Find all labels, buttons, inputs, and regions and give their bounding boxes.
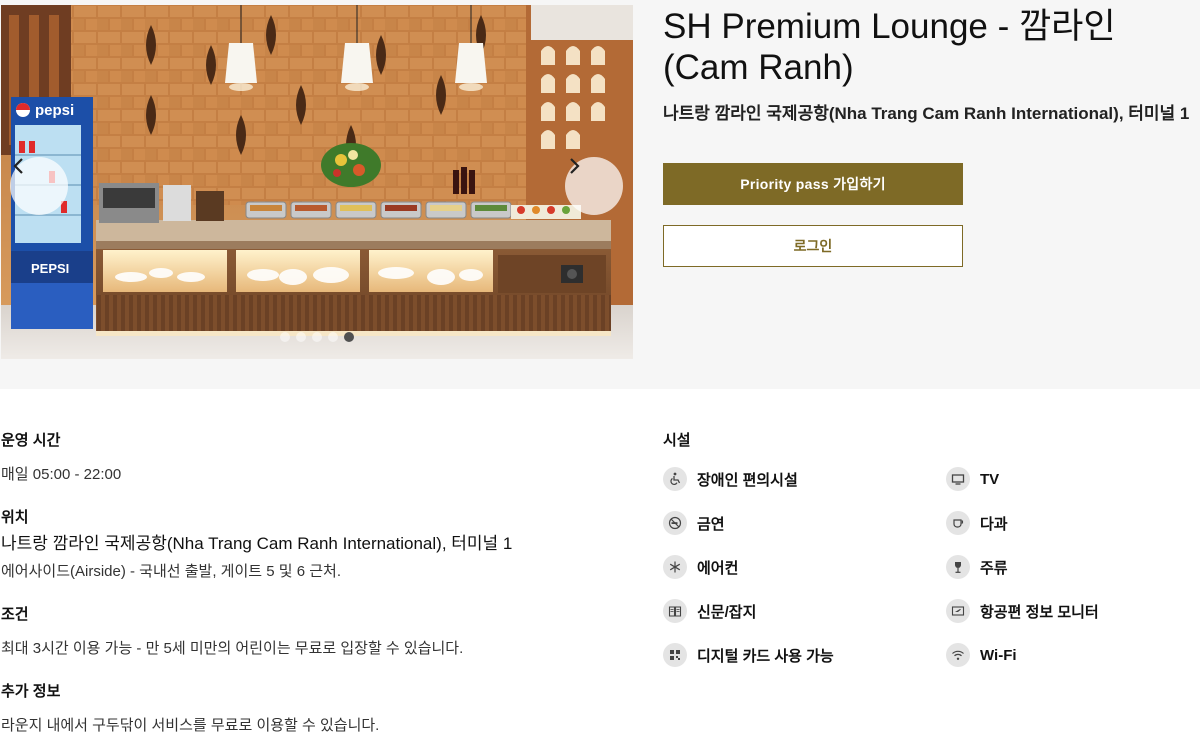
facility-label: 항공편 정보 모니터 [980,603,1099,621]
carousel-dot[interactable] [312,332,322,342]
lounge-title: SH Premium Lounge - 깜라인 (Cam Ranh) [663,7,1116,87]
location-airport: 나트랑 깜라인 국제공항(Nha Trang Cam Ranh Internat… [1,534,513,553]
lounge-photo-carousel[interactable]: pepsi PEPSI [1,5,633,359]
carousel-dot[interactable] [328,332,338,342]
facility-label: 에어컨 [697,559,739,577]
carousel-dot[interactable] [296,332,306,342]
carousel-next-button[interactable] [565,157,623,215]
newspaper-icon [663,599,687,623]
conditions-heading: 조건 [1,606,29,623]
facility-label: 다과 [980,515,1008,533]
tv-icon [946,467,970,491]
wheelchair-icon [663,467,687,491]
login-button[interactable]: 로그인 [663,225,963,267]
priority-pass-join-button[interactable]: Priority pass 가입하기 [663,163,963,205]
additional-info-heading: 추가 정보 [1,683,61,700]
facility-no-smoking: 금연 [663,510,725,536]
facility-accessibility: 장애인 편의시설 [663,466,798,492]
flight-monitor-icon [946,599,970,623]
location-heading: 위치 [1,509,29,526]
facility-tv: TV [946,466,999,492]
lounge-photo: pepsi PEPSI [1,5,633,359]
facility-wifi: Wi-Fi [946,642,1017,668]
carousel-dots [1,332,633,342]
facility-digital-card: 디지털 카드 사용 가능 [663,642,834,668]
conditions-value: 최대 3시간 이용 가능 - 만 5세 미만의 어린이는 무료로 입장할 수 있… [1,640,464,657]
facility-alcohol: 주류 [946,554,1008,580]
snowflake-icon [663,555,687,579]
svg-text:PEPSI: PEPSI [31,261,69,276]
facility-label: 금연 [697,515,725,533]
no-smoking-icon [663,511,687,535]
wine-glass-icon [946,555,970,579]
facility-label: 디지털 카드 사용 가능 [697,647,834,665]
hours-heading: 운영 시간 [1,432,61,449]
facility-label: 주류 [980,559,1008,577]
facility-label: TV [980,470,1000,488]
cup-icon [946,511,970,535]
carousel-dot[interactable] [344,332,354,342]
carousel-prev-button[interactable] [10,157,68,215]
additional-info-value: 라운지 내에서 구두닦이 서비스를 무료로 이용할 수 있습니다. [1,717,380,734]
location-directions: 에어사이드(Airside) - 국내선 출발, 게이트 5 및 6 근처. [1,563,341,580]
qr-code-icon [663,643,687,667]
svg-text:pepsi: pepsi [35,102,74,119]
hours-value: 매일 05:00 - 22:00 [1,466,122,483]
chevron-right-icon [570,158,580,174]
wifi-icon [946,643,970,667]
facility-label: 신문/잡지 [697,603,757,621]
facility-newspapers: 신문/잡지 [663,598,756,624]
facility-air-conditioning: 에어컨 [663,554,738,580]
facility-label: 장애인 편의시설 [697,471,798,489]
facility-refreshments: 다과 [946,510,1008,536]
lounge-details: 운영 시간 매일 05:00 - 22:00 위치 나트랑 깜라인 국제공항(N… [1,430,621,737]
facilities-heading: 시설 [663,432,691,449]
lounge-subtitle: 나트랑 깜라인 국제공항(Nha Trang Cam Ranh Internat… [663,104,1190,123]
facility-label: Wi-Fi [980,646,1017,664]
chevron-left-icon [13,158,23,174]
carousel-dot[interactable] [280,332,290,342]
facility-flight-monitor: 항공편 정보 모니터 [946,598,1099,624]
